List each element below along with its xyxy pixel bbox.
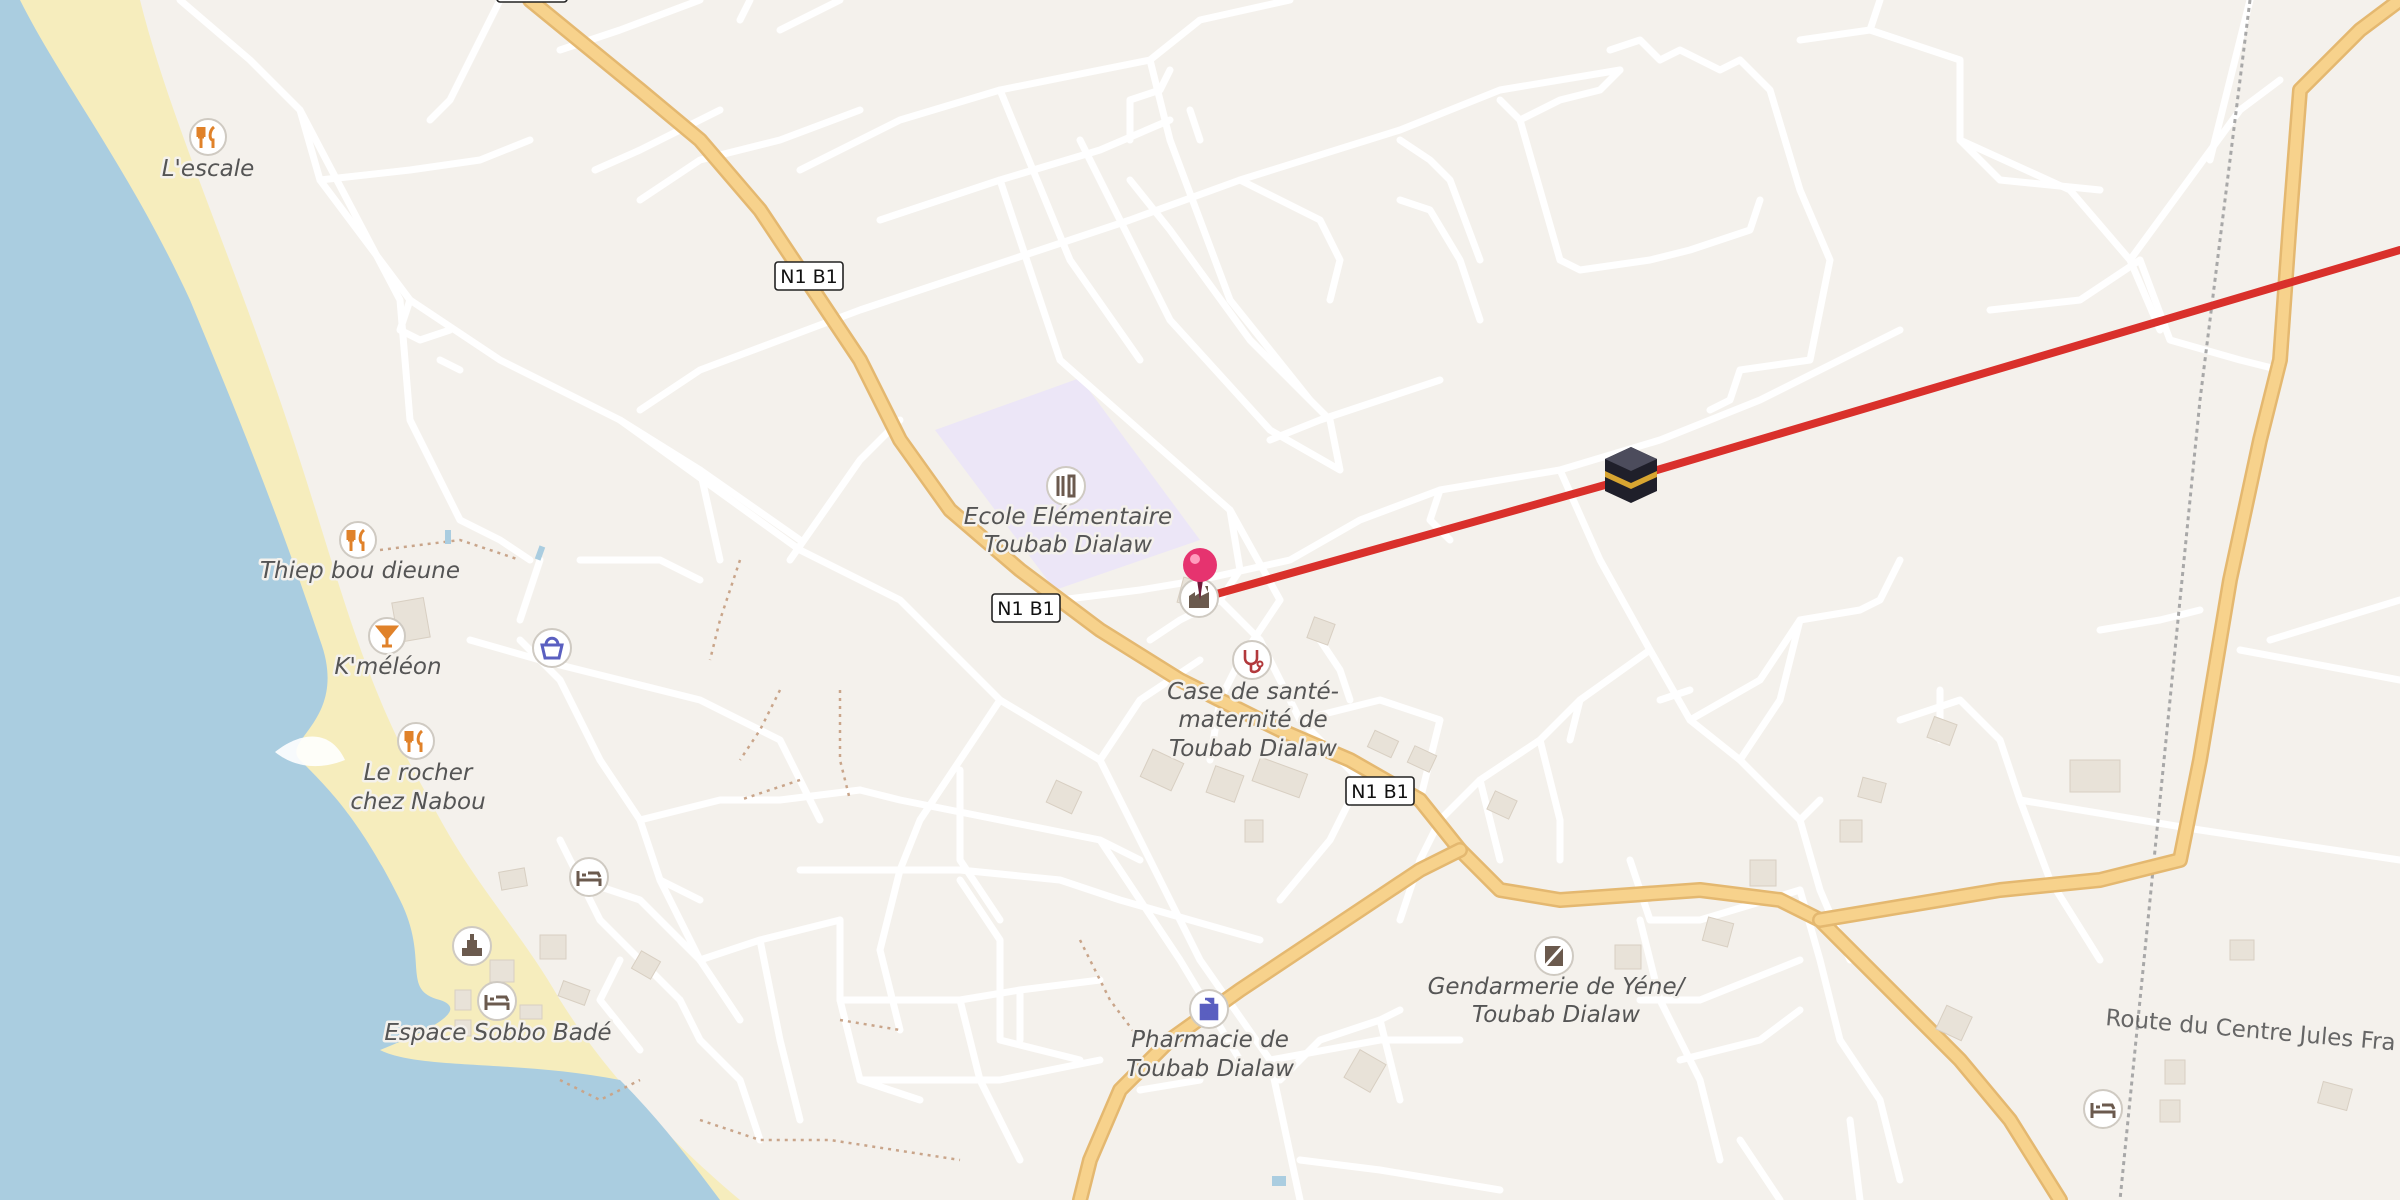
location-pin-head <box>1183 548 1217 582</box>
hotel-icon <box>477 981 517 1021</box>
place-label: Ecole Elémentaire <box>964 504 1172 530</box>
place-label: Toubab Dialaw <box>984 532 1152 558</box>
shop-icon[interactable] <box>532 628 572 668</box>
place-label: Toubab Dialaw <box>1472 1002 1640 1028</box>
place-label: chez Nabou <box>350 789 485 815</box>
road-shield: N1 B1 <box>774 261 844 291</box>
school-icon <box>1046 466 1086 506</box>
road-shield-label: N1 B1 <box>997 598 1054 620</box>
place-label: Case de santé- <box>1167 679 1339 705</box>
road-shield: N1 B1 <box>1345 776 1415 806</box>
bar-icon <box>368 617 406 655</box>
road-shield: N1 B1 <box>991 593 1061 623</box>
kaaba-marker[interactable] <box>1605 447 1657 503</box>
place-label: Espace Sobbo Badé <box>384 1020 611 1046</box>
road-shield-label: N1 B1 <box>1351 781 1408 803</box>
map-canvas[interactable]: N1 B1 N1 B1 N1 B1 Route du Centre Jules … <box>0 0 2400 1200</box>
place-label: K'méléon <box>334 654 441 680</box>
hotel-icon[interactable] <box>569 857 609 897</box>
restaurant-icon <box>339 521 377 559</box>
road-shield-label: N1 B1 <box>780 266 837 288</box>
restaurant-icon <box>397 722 435 760</box>
monument-icon[interactable] <box>452 926 492 966</box>
police-icon <box>1534 936 1574 976</box>
pond <box>1272 1176 1286 1186</box>
pond <box>445 530 451 544</box>
place-label: Toubab Dialaw <box>1169 736 1337 762</box>
hotel-icon[interactable] <box>2083 1089 2123 1129</box>
place-label: Le rocher <box>364 760 474 786</box>
place-label: Pharmacie de <box>1131 1027 1289 1053</box>
place-label: maternité de <box>1178 707 1327 733</box>
pharmacy-icon <box>1189 989 1229 1029</box>
place-label: Thiep bou dieune <box>260 558 460 584</box>
place-label: Gendarmerie de Yéne/ <box>1428 974 1687 1000</box>
restaurant-icon <box>189 118 227 156</box>
location-pin-shine <box>1190 554 1200 564</box>
place-label: L'escale <box>162 156 255 182</box>
road-shield-partial <box>496 0 568 3</box>
clinic-icon <box>1232 640 1272 680</box>
place-label: Toubab Dialaw <box>1126 1056 1294 1082</box>
